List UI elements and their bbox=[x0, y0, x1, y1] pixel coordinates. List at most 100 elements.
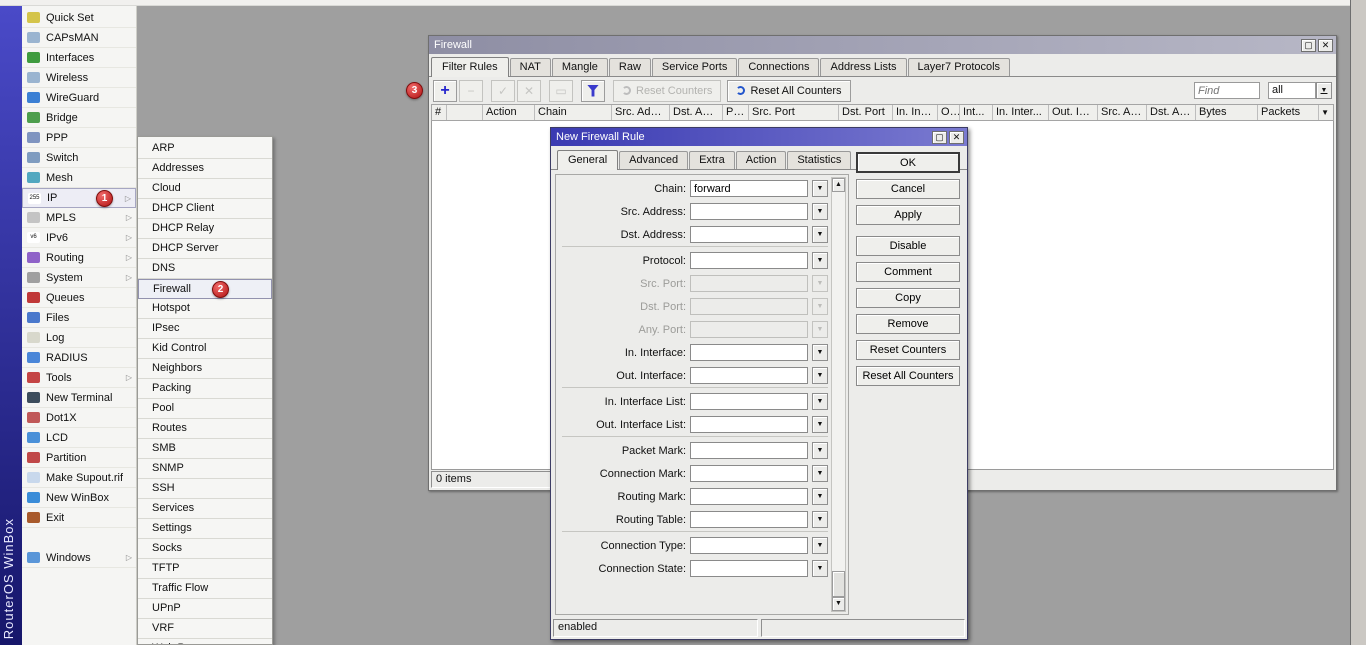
sidebar-item-8[interactable]: Mesh bbox=[22, 168, 136, 188]
firewall-tab-2[interactable]: Mangle bbox=[552, 58, 608, 76]
column-header-9[interactable]: In. Inter... bbox=[893, 105, 938, 120]
sidebar-item-22[interactable]: Partition bbox=[22, 448, 136, 468]
submenu-item-4[interactable]: DHCP Relay bbox=[138, 219, 272, 239]
column-header-0[interactable]: # bbox=[432, 105, 447, 120]
firewall-tab-4[interactable]: Service Ports bbox=[652, 58, 737, 76]
dropdown-button[interactable]: ▼ bbox=[812, 465, 828, 482]
toolbar-button-4[interactable]: ▭ bbox=[549, 80, 573, 102]
submenu-item-22[interactable]: Traffic Flow bbox=[138, 579, 272, 599]
submenu-item-19[interactable]: Settings bbox=[138, 519, 272, 539]
field-input-14[interactable] bbox=[690, 511, 808, 528]
field-input-2[interactable] bbox=[690, 226, 808, 243]
scroll-thumb[interactable] bbox=[832, 571, 845, 597]
sidebar-item-13[interactable]: System ▷ bbox=[22, 268, 136, 288]
submenu-item-23[interactable]: UPnP bbox=[138, 599, 272, 619]
field-input-9[interactable] bbox=[690, 393, 808, 410]
dialog-button-4[interactable]: Comment bbox=[856, 262, 960, 282]
column-header-15[interactable]: Dst. Ad... bbox=[1147, 105, 1196, 120]
maximize-icon[interactable]: ▢ bbox=[932, 131, 947, 144]
dialog-button-0[interactable]: OK bbox=[856, 152, 960, 173]
close-icon[interactable]: ✕ bbox=[949, 131, 964, 144]
dialog-button-1[interactable]: Cancel bbox=[856, 179, 960, 199]
submenu-item-1[interactable]: Addresses bbox=[138, 159, 272, 179]
submenu-item-18[interactable]: Services bbox=[138, 499, 272, 519]
dropdown-button[interactable]: ▼ bbox=[812, 298, 828, 315]
dialog-button-6[interactable]: Remove bbox=[856, 314, 960, 334]
column-header-2[interactable]: Action bbox=[483, 105, 535, 120]
sidebar-item-14[interactable]: Queues bbox=[22, 288, 136, 308]
submenu-item-20[interactable]: Socks bbox=[138, 539, 272, 559]
sidebar-item-23[interactable]: Make Supout.rif bbox=[22, 468, 136, 488]
column-header-13[interactable]: Out. Int... bbox=[1049, 105, 1098, 120]
dropdown-button[interactable]: ▼ bbox=[812, 393, 828, 410]
dialog-button-5[interactable]: Copy bbox=[856, 288, 960, 308]
field-input-7[interactable] bbox=[690, 344, 808, 361]
dropdown-button[interactable]: ▼ bbox=[812, 203, 828, 220]
column-header-16[interactable]: Bytes bbox=[1196, 105, 1258, 120]
dropdown-button[interactable]: ▼ bbox=[812, 367, 828, 384]
submenu-item-6[interactable]: DNS bbox=[138, 259, 272, 279]
field-input-15[interactable] bbox=[690, 537, 808, 554]
scroll-track[interactable] bbox=[832, 192, 845, 597]
submenu-item-21[interactable]: TFTP bbox=[138, 559, 272, 579]
submenu-item-14[interactable]: Routes bbox=[138, 419, 272, 439]
firewall-tab-3[interactable]: Raw bbox=[609, 58, 651, 76]
field-input-8[interactable] bbox=[690, 367, 808, 384]
filter-scope-dropdown[interactable]: all ▼ bbox=[1268, 82, 1332, 99]
sidebar-item-24[interactable]: New WinBox bbox=[22, 488, 136, 508]
column-header-12[interactable]: In. Inter... bbox=[993, 105, 1049, 120]
column-header-3[interactable]: Chain bbox=[535, 105, 612, 120]
field-input-10[interactable] bbox=[690, 416, 808, 433]
dropdown-button[interactable]: ▼ bbox=[812, 537, 828, 554]
dropdown-button[interactable]: ▼ bbox=[812, 180, 828, 197]
sidebar-item-3[interactable]: Wireless bbox=[22, 68, 136, 88]
find-input[interactable] bbox=[1194, 82, 1260, 99]
submenu-item-9[interactable]: IPsec bbox=[138, 319, 272, 339]
field-input-16[interactable] bbox=[690, 560, 808, 577]
column-header-17[interactable]: Packets bbox=[1258, 105, 1319, 120]
column-header-10[interactable]: Out... bbox=[938, 105, 960, 120]
maximize-icon[interactable]: ▢ bbox=[1301, 39, 1316, 52]
firewall-tab-7[interactable]: Layer7 Protocols bbox=[908, 58, 1011, 76]
sidebar-item-10[interactable]: MPLS ▷ bbox=[22, 208, 136, 228]
dialog-tab-1[interactable]: Advanced bbox=[619, 151, 688, 169]
close-icon[interactable]: ✕ bbox=[1318, 39, 1333, 52]
sidebar-item-5[interactable]: Bridge bbox=[22, 108, 136, 128]
scroll-down-icon[interactable]: ▼ bbox=[832, 597, 845, 611]
submenu-item-3[interactable]: DHCP Client bbox=[138, 199, 272, 219]
toolbar-button-0[interactable]: + bbox=[433, 80, 457, 102]
dialog-button-8[interactable]: Reset All Counters bbox=[856, 366, 960, 386]
submenu-item-16[interactable]: SNMP bbox=[138, 459, 272, 479]
column-header-11[interactable]: Int... bbox=[960, 105, 993, 120]
sidebar-item-12[interactable]: Routing ▷ bbox=[22, 248, 136, 268]
submenu-item-13[interactable]: Pool bbox=[138, 399, 272, 419]
dropdown-button[interactable]: ▼ bbox=[812, 226, 828, 243]
sidebar-item-11[interactable]: v6 IPv6 ▷ bbox=[22, 228, 136, 248]
sidebar-item-21[interactable]: LCD bbox=[22, 428, 136, 448]
field-input-0[interactable] bbox=[690, 180, 808, 197]
firewall-tab-0[interactable]: Filter Rules bbox=[431, 57, 509, 77]
submenu-item-11[interactable]: Neighbors bbox=[138, 359, 272, 379]
column-header-5[interactable]: Dst. Address bbox=[670, 105, 723, 120]
dialog-titlebar[interactable]: New Firewall Rule ▢ ✕ bbox=[551, 128, 967, 146]
toolbar-button-5[interactable] bbox=[581, 80, 605, 102]
sidebar-item-16[interactable]: Log bbox=[22, 328, 136, 348]
firewall-tab-6[interactable]: Address Lists bbox=[820, 58, 906, 76]
field-input-4[interactable] bbox=[690, 275, 808, 292]
dropdown-button[interactable]: ▼ bbox=[812, 511, 828, 528]
field-input-13[interactable] bbox=[690, 488, 808, 505]
field-input-5[interactable] bbox=[690, 298, 808, 315]
sidebar-item-6[interactable]: PPP bbox=[22, 128, 136, 148]
column-header-6[interactable]: Proto... bbox=[723, 105, 749, 120]
dropdown-button[interactable]: ▼ bbox=[812, 344, 828, 361]
form-scrollbar[interactable]: ▲ ▼ bbox=[831, 177, 846, 612]
field-input-3[interactable] bbox=[690, 252, 808, 269]
dialog-tab-4[interactable]: Statistics bbox=[787, 151, 851, 169]
dropdown-button[interactable]: ▼ bbox=[812, 488, 828, 505]
firewall-tab-1[interactable]: NAT bbox=[510, 58, 551, 76]
sidebar-item-19[interactable]: New Terminal bbox=[22, 388, 136, 408]
field-input-12[interactable] bbox=[690, 465, 808, 482]
dialog-button-3[interactable]: Disable bbox=[856, 236, 960, 256]
toolbar-button-2[interactable]: ✓ bbox=[491, 80, 515, 102]
submenu-item-8[interactable]: Hotspot bbox=[138, 299, 272, 319]
